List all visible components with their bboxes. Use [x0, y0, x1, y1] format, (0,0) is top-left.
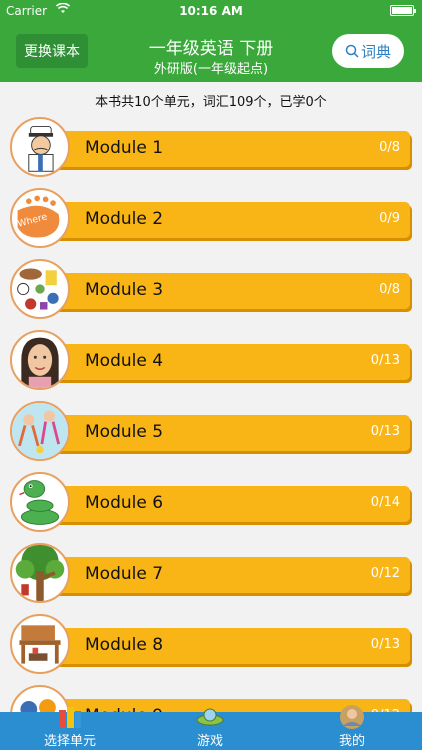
module-row[interactable]: Module 6 0/14 — [8, 470, 410, 534]
module-progress: 0/8 — [379, 282, 400, 297]
desk-icon — [10, 614, 70, 674]
tab-select-unit[interactable]: 选择单元 — [20, 707, 120, 750]
module-name: Module 3 — [85, 280, 164, 300]
children-playing-icon — [10, 401, 70, 461]
dictionary-label: 词典 — [360, 42, 391, 61]
module-row[interactable]: Module 4 0/13 — [8, 328, 410, 392]
module-row[interactable]: Module 1 0/8 — [8, 115, 410, 179]
module-progress: 0/8 — [379, 140, 400, 155]
girl-face-icon — [10, 330, 70, 390]
footprint-icon: Where — [10, 188, 70, 248]
nav-bar: 更换课本 一年级英语 下册 外研版(一年级起点) 词典 — [0, 22, 422, 82]
animals-icon — [10, 259, 70, 319]
tab-label: 选择单元 — [43, 734, 96, 749]
module-row[interactable]: Module 3 0/8 — [8, 257, 410, 321]
book-summary: 本书共10个单元，词汇109个，已学0个 — [95, 95, 327, 110]
sailor-icon — [10, 117, 70, 177]
module-progress: 0/12 — [370, 566, 400, 581]
user-icon — [340, 705, 364, 729]
tab-games[interactable]: 游戏 — [160, 708, 260, 750]
module-progress: 0/14 — [370, 495, 400, 510]
battery-icon — [390, 5, 416, 16]
module-progress: 0/13 — [370, 353, 400, 368]
tree-icon — [10, 543, 70, 603]
dictionary-button[interactable]: 词典 — [332, 34, 404, 68]
tab-label: 游戏 — [196, 734, 223, 749]
books-icon — [59, 707, 81, 728]
module-row[interactable]: Module 2 0/9 Where — [8, 186, 410, 250]
module-row[interactable]: Module 5 0/13 — [8, 399, 410, 463]
tab-mine[interactable]: 我的 — [302, 705, 402, 750]
module-progress: 0/13 — [370, 424, 400, 439]
module-progress: 0/9 — [379, 211, 400, 226]
ufo-icon — [196, 708, 224, 726]
module-row[interactable]: Module 8 0/13 — [8, 612, 410, 676]
module-name: Module 5 — [85, 422, 164, 442]
module-name: Module 6 — [85, 493, 164, 513]
tab-bar: 选择单元 游戏 我的 — [0, 705, 422, 750]
status-time: 10:16 AM — [179, 4, 243, 18]
module-name: Module 4 — [85, 351, 164, 371]
tab-label: 我的 — [338, 734, 365, 749]
status-bar: Carrier 10:16 AM — [0, 0, 422, 22]
search-icon — [345, 44, 359, 58]
module-name: Module 8 — [85, 635, 164, 655]
module-name: Module 2 — [85, 209, 164, 229]
module-name: Module 7 — [85, 564, 164, 584]
module-name: Module 1 — [85, 138, 164, 158]
module-row[interactable]: Module 7 0/12 — [8, 541, 410, 605]
module-progress: 0/13 — [370, 637, 400, 652]
snake-icon — [10, 472, 70, 532]
